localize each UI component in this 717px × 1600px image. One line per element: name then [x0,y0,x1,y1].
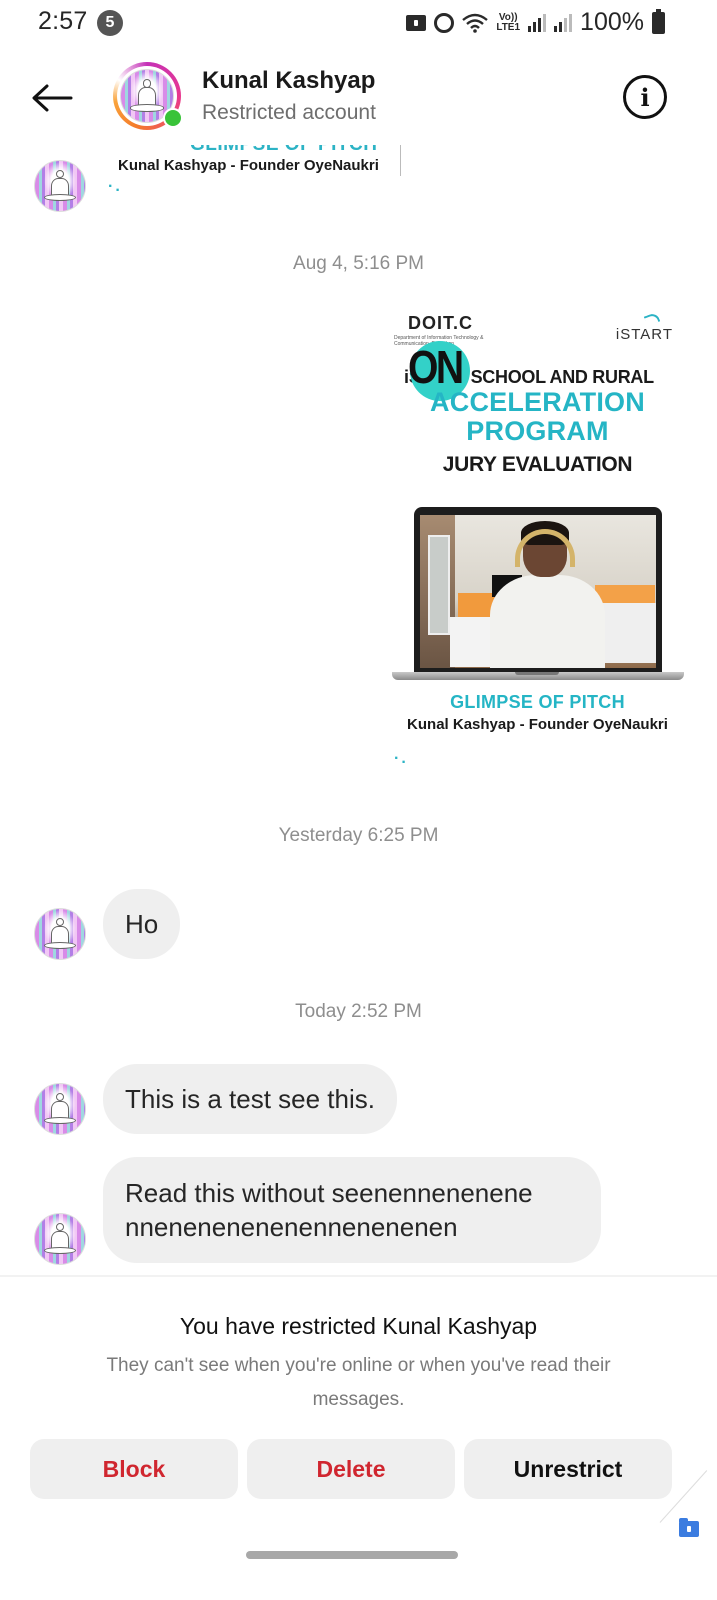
status-bar: 2:57 5 Vo)) LTE1 100% [0,0,717,46]
post-caption: Kunal Kashyap - Founder OyeNaukri [407,716,668,733]
info-button[interactable]: i [623,75,667,119]
program-title-line2: PROGRAM [466,416,609,446]
message-text: This is a test see this. [125,1084,375,1114]
video-frame [420,515,656,668]
program-title: ACCELERATION PROGRAM [390,388,685,446]
status-icons: Vo)) LTE1 100% [406,8,665,37]
istart-logo: iSTART [615,326,673,343]
sender-avatar[interactable] [34,1213,86,1265]
unrestrict-button[interactable]: Unrestrict [464,1439,672,1499]
program-line-end: T SCHOOL AND RURAL [455,367,654,387]
sender-avatar[interactable] [34,908,86,960]
timestamp: Yesterday 6:25 PM [278,825,439,846]
contact-avatar[interactable] [113,62,183,130]
volte-lte-icon: Vo)) LTE1 [496,11,521,33]
account-status-subtitle: Restricted account [202,101,376,124]
meditation-avatar-image [34,160,86,212]
laptop-notch [515,672,559,675]
message-bubble[interactable]: Ho [103,889,181,959]
shared-post[interactable]: DOIT.C Department of Information Technol… [390,308,685,788]
program-title-line1: ACCELERATION [430,387,645,417]
arrow-left-icon [32,84,73,112]
signal-strength-icon-sim1 [528,13,547,32]
block-button[interactable]: Block [30,1439,238,1499]
post-caption: Kunal Kashyap - Founder OyeNaukri [118,157,379,174]
home-gesture-bar[interactable] [246,1551,458,1559]
istart-mark-icon [643,311,661,327]
restriction-description: They can't see when you're online or whe… [106,1355,611,1410]
jury-evaluation-label: JURY EVALUATION [442,453,633,476]
status-time: 2:57 [38,7,88,35]
alarm-icon [434,12,455,33]
secure-folder-icon [406,14,427,31]
meditation-avatar-image [34,908,86,960]
post-headline-fragment: GLIMPSE OF PITCH [190,145,377,152]
back-button[interactable] [28,74,76,122]
meditation-avatar-image [34,1213,86,1265]
shared-post-partial[interactable]: GLIMPSE OF PITCH Kunal Kashyap - Founder… [108,145,408,210]
post-headline: GLIMPSE OF PITCH [450,692,625,712]
meditation-avatar-image [34,1083,86,1135]
post-dots-decoration: ·. [108,178,122,195]
restriction-title: You have restricted Kunal Kashyap [179,1313,538,1339]
sender-avatar[interactable] [34,160,86,212]
contact-name[interactable]: Kunal Kashyap [202,67,375,95]
message-text-line2: nnenenenenenennenenenen [125,1212,458,1242]
secure-folder-shortcut-icon[interactable] [679,1518,699,1537]
post-divider [400,145,401,176]
notification-count-badge: 5 [97,10,123,36]
timestamp: Today 2:52 PM [295,1001,422,1022]
delete-button[interactable]: Delete [247,1439,455,1499]
message-text: Ho [125,909,159,939]
message-bubble[interactable]: Read this without seenennenenene nnenene… [103,1157,601,1263]
online-status-dot [163,108,183,128]
sender-avatar[interactable] [34,1083,86,1135]
message-bubble[interactable]: This is a test see this. [103,1064,397,1134]
chat-header: Kunal Kashyap Restricted account i [0,50,717,145]
lte-label: LTE1 [496,21,521,33]
doitc-logo: DOIT.C [408,313,474,333]
sticker-text: ON [408,341,464,393]
wifi-icon [462,13,489,33]
battery-percentage: 100% [580,8,644,36]
message-thread[interactable]: GLIMPSE OF PITCH Kunal Kashyap - Founder… [0,145,717,1275]
battery-icon [652,8,665,34]
laptop-video-thumbnail[interactable] [414,507,662,672]
volte-label: Vo)) [498,11,518,23]
timestamp: Aug 4, 5:16 PM [293,253,424,274]
post-dots-decoration: ·. [394,750,408,767]
signal-strength-icon-sim2 [554,13,573,32]
info-icon: i [640,82,650,112]
message-text-line1: Read this without seenennenenene [125,1178,533,1208]
